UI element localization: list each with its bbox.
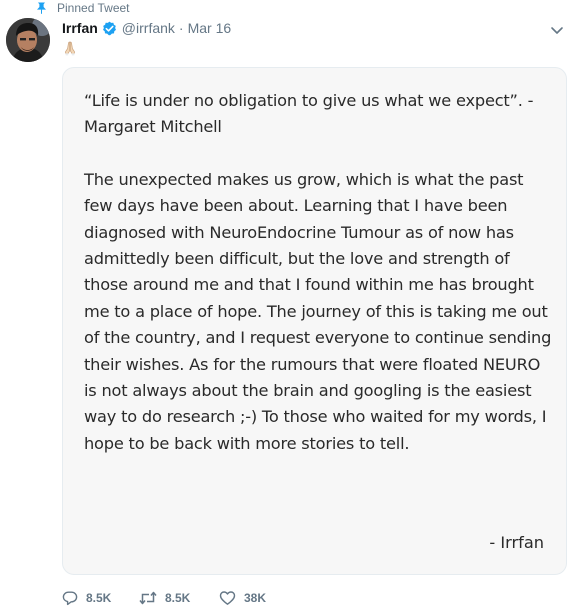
statement-body: The unexpected makes us grow, which is w… <box>84 169 552 453</box>
statement-text: “Life is under no obligation to give us … <box>84 88 554 457</box>
author-handle[interactable]: @irrfank <box>122 20 175 36</box>
tweet-header: Irrfan @irrfank · Mar 16 <box>62 18 231 38</box>
retweet-count: 8.5K <box>165 591 191 605</box>
avatar-image <box>6 18 50 62</box>
reply-button[interactable]: 8.5K <box>62 590 139 606</box>
tweet-date[interactable]: Mar 16 <box>188 20 232 36</box>
chevron-down-icon[interactable] <box>549 22 565 38</box>
author-name[interactable]: Irrfan <box>62 20 98 36</box>
header-separator: · <box>178 20 184 36</box>
folded-hands-icon <box>65 41 75 56</box>
statement-signature: - Irrfan <box>489 533 544 552</box>
avatar[interactable] <box>6 18 50 62</box>
pin-icon <box>36 2 47 14</box>
verified-badge-icon <box>102 21 117 36</box>
reply-icon <box>62 591 78 606</box>
retweet-icon <box>139 591 157 605</box>
like-count: 38K <box>244 591 267 605</box>
pinned-tweet-indicator: Pinned Tweet <box>36 0 130 16</box>
tweet-actions: 8.5K 8.5K 38K <box>62 588 266 608</box>
retweet-button[interactable]: 8.5K <box>139 590 219 606</box>
media-image[interactable]: “Life is under no obligation to give us … <box>62 67 567 575</box>
heart-icon <box>219 591 236 605</box>
pinned-label: Pinned Tweet <box>57 1 130 15</box>
reply-count: 8.5K <box>86 591 112 605</box>
tweet[interactable]: Pinned Tweet Irrfan @irrfank · Mar 16 “L… <box>0 0 571 609</box>
statement-quote: “Life is under no obligation to give us … <box>84 91 534 137</box>
tweet-text: 🙏🏻 <box>62 40 78 60</box>
like-button[interactable]: 38K <box>219 590 266 606</box>
